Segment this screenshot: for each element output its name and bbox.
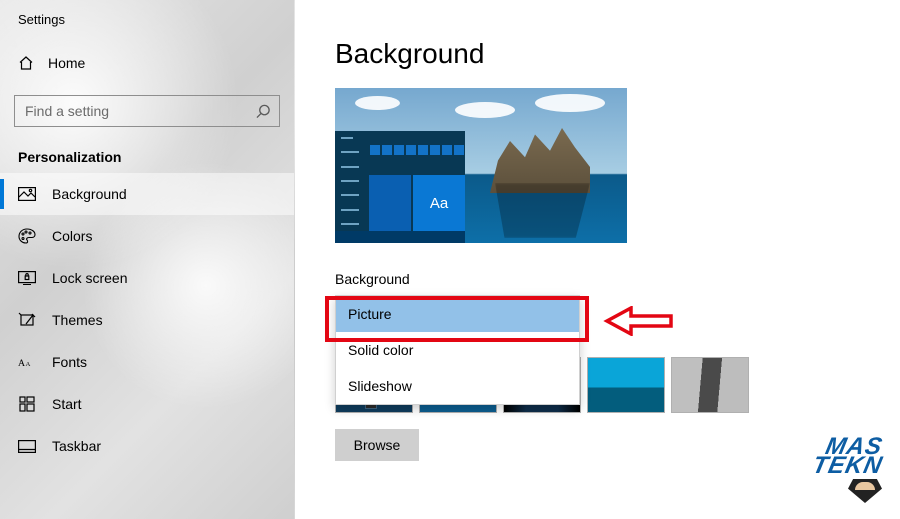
annotation-arrow-icon [603,306,673,336]
picture-icon [18,187,36,201]
search-icon [256,104,271,119]
sidebar-item-lock-screen[interactable]: Lock screen [0,257,294,299]
sidebar-item-start[interactable]: Start [0,383,294,425]
sidebar-item-background[interactable]: Background [0,173,294,215]
watermark-beard-icon [848,479,882,503]
main-content: Background Aa Background Picture Solid c… [295,0,900,519]
page-title: Background [335,38,900,70]
sidebar-item-label: Lock screen [52,270,127,286]
watermark-line2: TEKN [811,456,884,475]
watermark-logo: MAS TEKN [813,437,882,503]
nav-home-label: Home [48,55,85,71]
sidebar-item-label: Fonts [52,354,87,370]
dropdown-option-slideshow[interactable]: Slideshow [336,368,579,404]
thumbnail-4[interactable] [587,357,665,413]
sidebar: Settings Home Personalization [0,0,295,519]
preview-sample-tile: Aa [413,175,465,231]
background-label: Background [335,271,900,287]
taskbar-icon [18,440,36,453]
thumbnail-5[interactable] [671,357,749,413]
palette-icon [18,228,36,244]
settings-window: Settings Home Personalization [0,0,900,519]
start-icon [18,396,36,412]
sidebar-item-colors[interactable]: Colors [0,215,294,257]
background-type-dropdown[interactable]: Picture Solid color Slideshow [335,295,580,405]
category-label: Personalization [0,127,294,173]
sidebar-item-label: Start [52,396,82,412]
sidebar-item-label: Colors [52,228,92,244]
browse-button[interactable]: Browse [335,429,419,461]
dropdown-option-solid-color[interactable]: Solid color [336,332,579,368]
dropdown-option-picture[interactable]: Picture [336,296,579,332]
sidebar-item-themes[interactable]: Themes [0,299,294,341]
sidebar-item-label: Taskbar [52,438,101,454]
sidebar-item-taskbar[interactable]: Taskbar [0,425,294,467]
home-icon [18,55,34,71]
fonts-icon: AA [18,355,36,369]
sidebar-item-fonts[interactable]: AA Fonts [0,341,294,383]
svg-text:A: A [18,358,25,369]
sidebar-item-label: Background [52,186,127,202]
themes-icon [18,312,36,328]
desktop-preview: Aa [335,88,627,243]
sidebar-item-label: Themes [52,312,103,328]
nav-home[interactable]: Home [0,49,294,77]
svg-text:A: A [26,361,31,368]
search-input[interactable] [15,96,279,126]
search-box[interactable] [14,95,280,127]
lock-screen-icon [18,271,36,285]
app-title: Settings [0,0,294,27]
